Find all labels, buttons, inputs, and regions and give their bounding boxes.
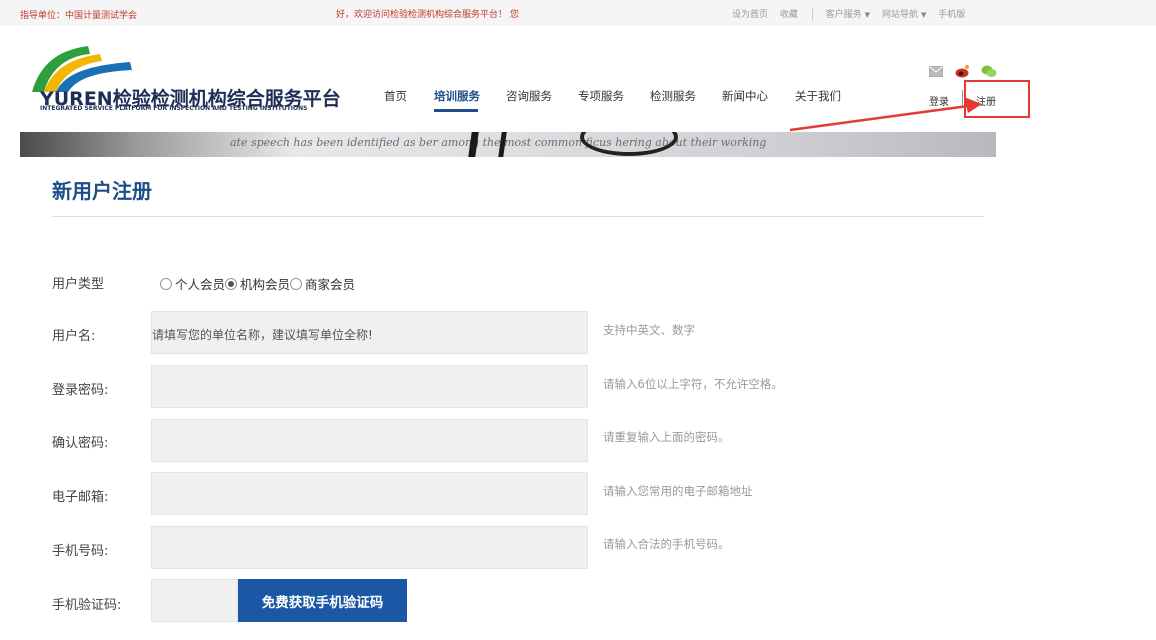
user-type-label: 用户类型 [52,277,105,292]
nav-item-consulting[interactable]: 咨询服务 [506,88,552,104]
register-highlight-box [964,80,1030,118]
confirm-password-hint: 请重复输入上面的密码。 [603,430,730,444]
site-nav-label: 网站导航 [881,10,918,20]
caret-down-icon: ▼ [864,11,871,19]
banner-text: ate speech has been identified as ber am… [230,136,767,149]
page-banner: ate speech has been identified as ber am… [20,132,996,157]
password-label: 登录密码: [52,383,109,398]
nav-item-special[interactable]: 专项服务 [578,88,624,104]
radio-circle-icon [225,278,238,290]
username-label: 用户名: [52,329,96,344]
phone-label: 手机号码: [52,544,109,559]
phone-hint: 请输入合法的手机号码。 [603,537,730,551]
email-hint: 请输入您常用的电子邮箱地址 [603,484,753,498]
favorite-link[interactable]: 收藏 [780,7,798,20]
login-link[interactable]: 登录 [929,93,949,108]
welcome-text: 好，欢迎访问检验检测机构综合服务平台！ 您 [336,10,519,20]
email-input[interactable] [151,472,588,515]
mail-icon[interactable] [929,66,943,80]
username-input[interactable]: 请填写您的单位名称，建议填写单位全称! [151,311,588,354]
get-sms-code-button[interactable]: 免费获取手机验证码 [238,579,407,622]
top-divider [811,8,813,21]
page-title: 新用户注册 [52,179,152,203]
nav-item-news[interactable]: 新闻中心 [722,88,768,104]
nav-active-underline [434,109,478,112]
nav-item-home[interactable]: 首页 [384,88,407,104]
weibo-icon[interactable] [955,65,970,81]
radio-merchant[interactable]: 商家会员 [290,277,355,292]
password-hint: 请输入6位以上字符，不允许空格。 [603,377,783,391]
wechat-icon[interactable] [981,65,997,81]
mobile-link[interactable]: 手机版 [938,7,965,20]
user-type-radio-group: 个人会员 机构会员 商家会员 [160,274,355,293]
password-input[interactable] [151,365,588,408]
email-label: 电子邮箱: [52,490,109,505]
radio-circle-icon [290,278,303,290]
username-hint: 支持中英文、数字 [603,323,695,337]
confirm-password-label: 确认密码: [52,436,109,451]
radio-circle-icon [160,278,172,290]
top-utility-bar: 指导单位：中国计量测试学会 好，欢迎访问检验检测机构综合服务平台！ 您 设为首页… [0,0,1156,26]
customer-service-menu[interactable]: 客户服务 ▼ [826,7,870,20]
radio-personal-label: 个人会员 [175,277,226,292]
radio-personal[interactable]: 个人会员 [160,277,225,292]
title-divider [52,216,984,217]
auth-divider [962,90,963,106]
nav-item-training[interactable]: 培训服务 [434,88,480,104]
site-nav-menu[interactable]: 网站导航 ▼ [882,7,926,20]
caret-down-icon: ▼ [920,11,927,19]
logo-subtitle: INTEGRATED SERVICE PLATFORM FOR INSPECTI… [40,105,308,112]
radio-institution[interactable]: 机构会员 [225,277,290,292]
phone-input[interactable] [151,526,588,569]
sms-code-label: 手机验证码: [52,598,122,613]
customer-service-label: 客户服务 [825,10,862,20]
confirm-password-input[interactable] [151,419,588,462]
radio-institution-label: 机构会员 [240,277,291,292]
guide-unit-text: 指导单位：中国计量测试学会 [20,11,138,21]
username-placeholder: 请填写您的单位名称，建议填写单位全称! [152,328,373,342]
site-logo[interactable]: YUREN检验检测机构综合服务平台 INTEGRATED SERVICE PLA… [30,44,341,116]
top-links: 设为首页 收藏 客户服务 ▼ 网站导航 ▼ 手机版 [732,7,974,21]
radio-merchant-label: 商家会员 [305,277,356,292]
set-home-link[interactable]: 设为首页 [732,7,768,20]
banner-glasses-frame [580,132,678,156]
nav-item-testing[interactable]: 检测服务 [650,88,696,104]
nav-item-about[interactable]: 关于我们 [795,88,841,104]
sms-code-input[interactable] [151,579,238,622]
